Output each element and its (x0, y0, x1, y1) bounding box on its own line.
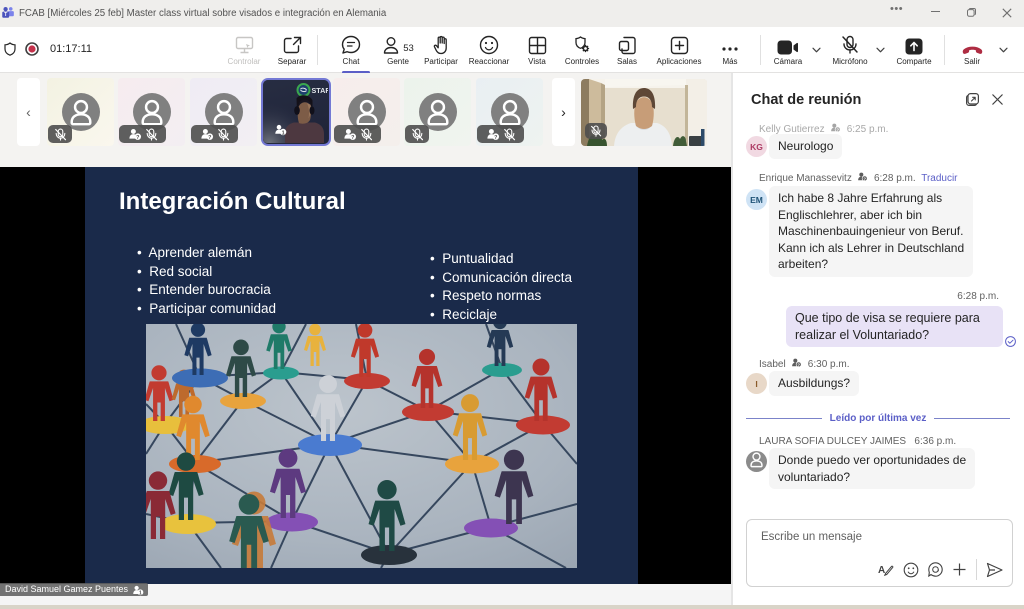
svg-text:STAR: STAR (312, 86, 329, 95)
svg-text:A: A (878, 565, 885, 576)
